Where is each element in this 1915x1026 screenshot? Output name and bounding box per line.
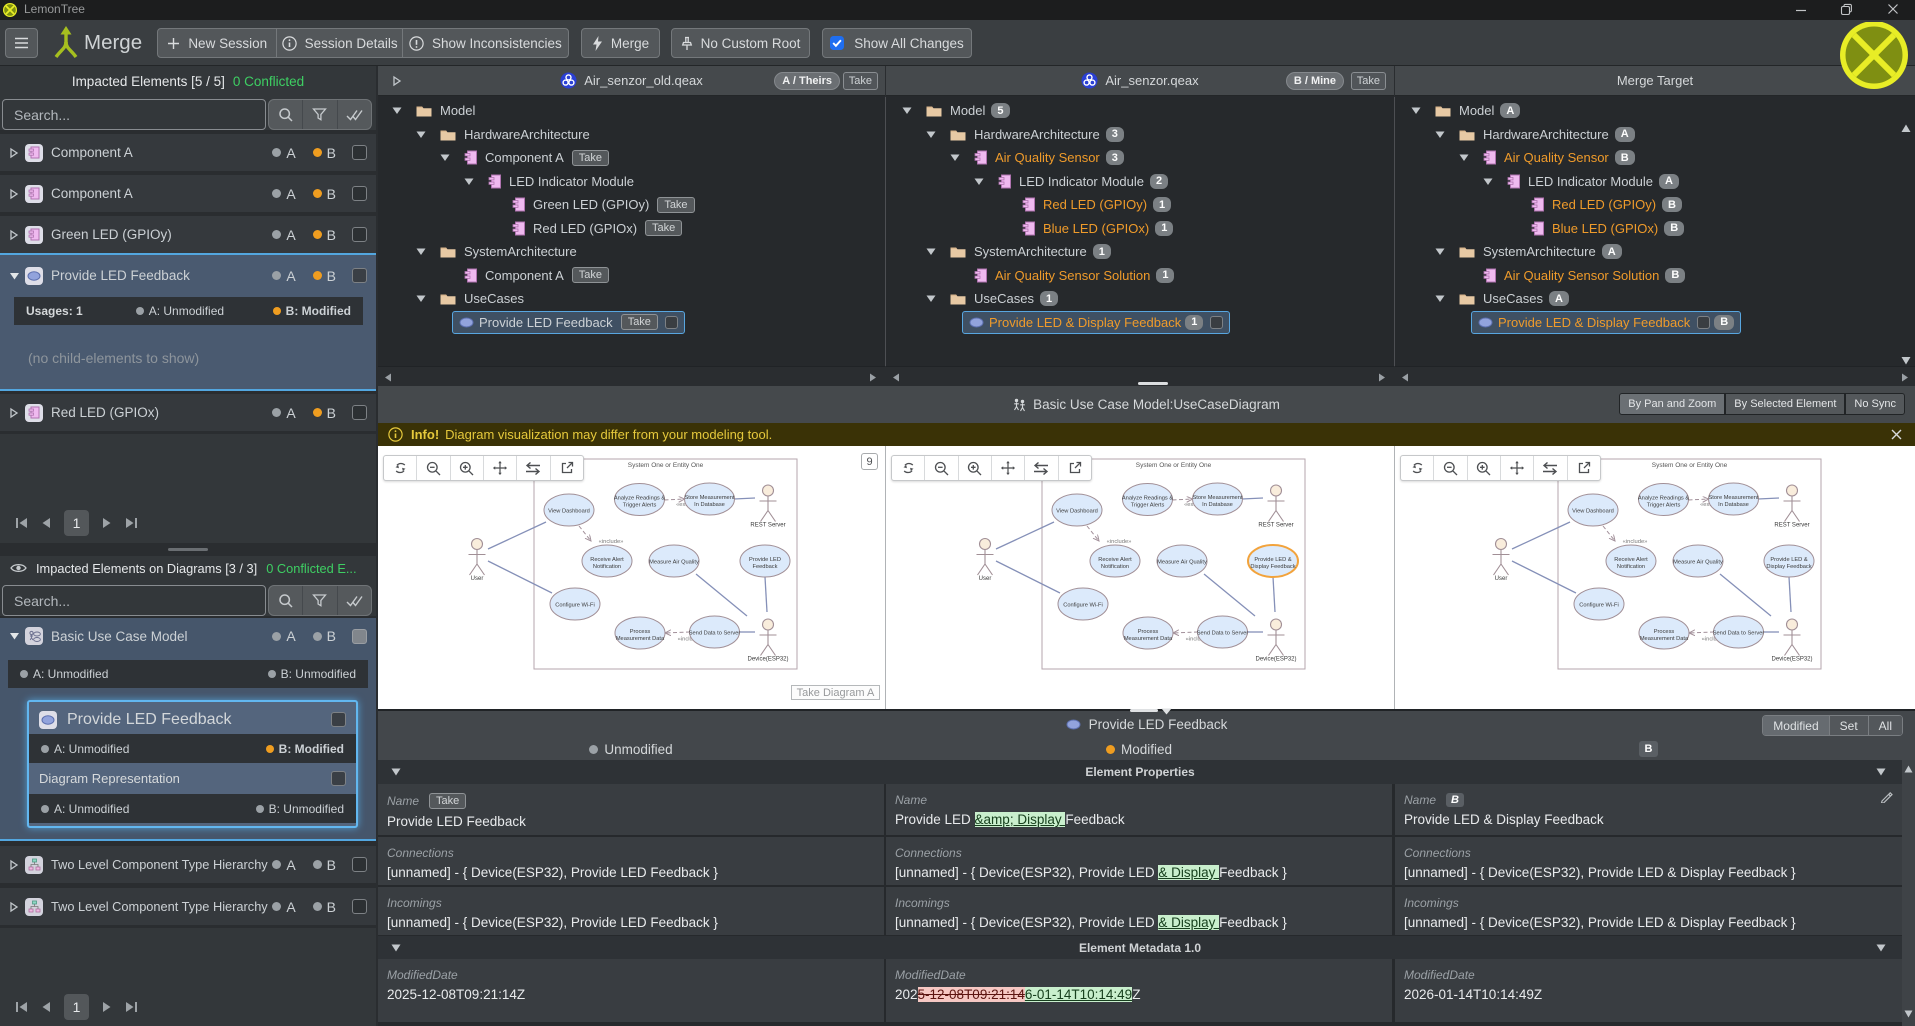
svg-text:Configure Wi-Fi: Configure Wi-Fi	[555, 603, 595, 609]
svg-text:Provide LED &: Provide LED &	[1770, 557, 1808, 563]
svg-text:REST Server: REST Server	[1774, 523, 1809, 529]
svg-text:Send Data to Server: Send Data to Server	[1197, 631, 1249, 637]
svg-text:Device(ESP32): Device(ESP32)	[1255, 657, 1296, 663]
svg-text:View Dashboard: View Dashboard	[1056, 509, 1098, 515]
svg-text:Notification: Notification	[1101, 564, 1129, 570]
svg-text:System One or Entity One: System One or Entity One	[1652, 462, 1728, 469]
svg-text:Store Measurement: Store Measurement	[1709, 495, 1759, 501]
svg-text:Receive Alert: Receive Alert	[590, 557, 624, 563]
svg-text:Display Feedback: Display Feedback	[1766, 564, 1811, 570]
svg-text:Provide LED &: Provide LED &	[1254, 557, 1292, 563]
svg-text:«include»: «include»	[599, 539, 624, 545]
svg-text:View Dashboard: View Dashboard	[1572, 509, 1614, 515]
svg-text:System One or Entity One: System One or Entity One	[1136, 462, 1212, 469]
svg-text:«include»: «include»	[1623, 539, 1648, 545]
svg-text:Trigger Alerts: Trigger Alerts	[1647, 503, 1681, 509]
svg-text:Trigger Alerts: Trigger Alerts	[623, 503, 657, 509]
svg-text:Trigger Alerts: Trigger Alerts	[1131, 503, 1165, 509]
svg-text:Send Data to Server: Send Data to Server	[689, 631, 741, 637]
svg-text:In Database: In Database	[694, 502, 725, 508]
svg-text:Notification: Notification	[593, 564, 621, 570]
svg-text:Measurement Data: Measurement Data	[1640, 636, 1689, 642]
svg-text:Store Measurement: Store Measurement	[685, 495, 735, 501]
svg-text:Analyze Readings &: Analyze Readings &	[1638, 496, 1689, 502]
svg-text:In Database: In Database	[1718, 502, 1749, 508]
svg-text:Measure Air Quality: Measure Air Quality	[1157, 560, 1207, 566]
svg-text:Measurement Data: Measurement Data	[1124, 636, 1173, 642]
svg-text:View Dashboard: View Dashboard	[548, 509, 590, 515]
svg-text:In Database: In Database	[1202, 502, 1233, 508]
svg-text:REST Server: REST Server	[1258, 523, 1293, 529]
svg-text:Display Feedback: Display Feedback	[1250, 564, 1295, 570]
svg-text:Device(ESP32): Device(ESP32)	[1771, 657, 1812, 663]
svg-text:Measure Air Quality: Measure Air Quality	[649, 560, 699, 566]
svg-text:Receive Alert: Receive Alert	[1614, 557, 1648, 563]
svg-text:Process: Process	[1654, 629, 1675, 635]
svg-text:User: User	[1495, 576, 1508, 582]
svg-text:Receive Alert: Receive Alert	[1098, 557, 1132, 563]
svg-text:Process: Process	[630, 629, 651, 635]
svg-text:Analyze Readings &: Analyze Readings &	[614, 496, 665, 502]
svg-text:«include»: «include»	[1107, 539, 1132, 545]
svg-text:Feedback: Feedback	[753, 564, 778, 570]
svg-text:Configure Wi-Fi: Configure Wi-Fi	[1579, 603, 1619, 609]
svg-text:Analyze Readings &: Analyze Readings &	[1122, 496, 1173, 502]
svg-text:Measurement Data: Measurement Data	[616, 636, 665, 642]
svg-text:Provide LED: Provide LED	[749, 557, 781, 563]
svg-text:Store Measurement: Store Measurement	[1193, 495, 1243, 501]
svg-text:System One or Entity One: System One or Entity One	[628, 462, 704, 469]
svg-text:User: User	[979, 576, 992, 582]
svg-text:Process: Process	[1138, 629, 1159, 635]
svg-text:Measure Air Quality: Measure Air Quality	[1673, 560, 1723, 566]
svg-text:Device(ESP32): Device(ESP32)	[747, 657, 788, 663]
svg-text:REST Server: REST Server	[750, 523, 785, 529]
svg-text:Configure Wi-Fi: Configure Wi-Fi	[1063, 603, 1103, 609]
svg-text:User: User	[471, 576, 484, 582]
svg-text:Notification: Notification	[1617, 564, 1645, 570]
svg-text:Send Data to Server: Send Data to Server	[1713, 631, 1765, 637]
